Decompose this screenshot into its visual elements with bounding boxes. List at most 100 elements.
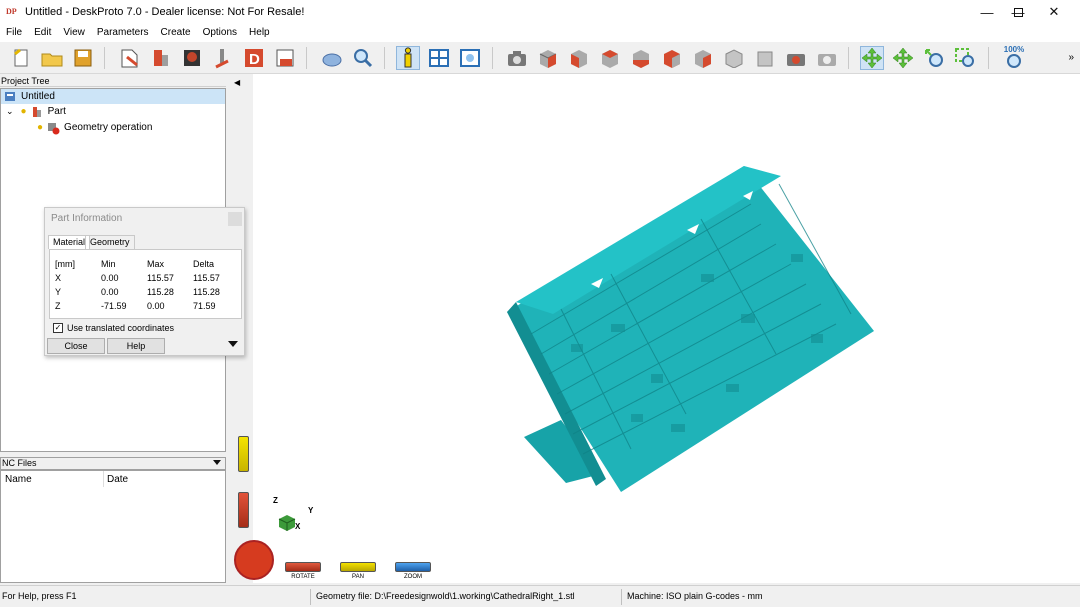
camera-reset-button[interactable] bbox=[784, 46, 808, 70]
pan-control[interactable] bbox=[340, 562, 376, 572]
toolbar-separator bbox=[848, 47, 849, 69]
deskproto-window: DP Untitled - DeskProto 7.0 - Dealer lic… bbox=[0, 0, 1080, 607]
status-geometry-file: Geometry file: D:\Freedesignwold\1.worki… bbox=[316, 591, 575, 601]
nc-files-list[interactable]: Name Date bbox=[0, 470, 226, 583]
dialog-close-button[interactable] bbox=[228, 212, 242, 226]
tab-material[interactable]: Material bbox=[48, 235, 91, 249]
view-parallel-button[interactable] bbox=[753, 46, 777, 70]
translated-coordinates-checkbox[interactable]: ✓ bbox=[53, 323, 63, 333]
rotate-control[interactable] bbox=[285, 562, 321, 572]
nc-files-header[interactable]: NC Files bbox=[0, 457, 226, 470]
row-x-min: 0.00 bbox=[101, 273, 119, 283]
menu-bar: File Edit View Parameters Create Options… bbox=[0, 24, 1080, 42]
window-title: Untitled - DeskProto 7.0 - Dealer licens… bbox=[25, 6, 305, 18]
save-file-button[interactable] bbox=[71, 46, 95, 70]
info-icon bbox=[404, 47, 412, 68]
view-top-button[interactable] bbox=[691, 46, 715, 70]
app-logo: DP bbox=[6, 7, 17, 16]
d-wizard-button[interactable]: D bbox=[242, 46, 266, 70]
open-file-button[interactable] bbox=[40, 46, 64, 70]
maximize-button[interactable] bbox=[1000, 0, 1036, 24]
table-header-max: Max bbox=[147, 259, 165, 269]
camera-store-button[interactable] bbox=[815, 46, 839, 70]
menu-edit[interactable]: Edit bbox=[28, 24, 57, 42]
tree-item-label: Part bbox=[47, 106, 66, 117]
rotate-speed-slider[interactable] bbox=[238, 492, 249, 528]
row-z-axis: Z bbox=[55, 301, 61, 311]
toolbar-overflow-icon[interactable]: » bbox=[1068, 52, 1074, 63]
magnifier-icon bbox=[354, 49, 373, 68]
view-left-button[interactable] bbox=[660, 46, 684, 70]
pan-speed-slider[interactable] bbox=[238, 436, 249, 472]
geometry-operation-icon bbox=[48, 122, 60, 134]
view-back-button[interactable] bbox=[629, 46, 653, 70]
tree-item-project[interactable]: Untitled bbox=[1, 89, 225, 104]
zoom-100-button[interactable]: 100% bbox=[1001, 45, 1027, 70]
toolpath-button[interactable] bbox=[211, 46, 235, 70]
axis-label-y: Y bbox=[308, 506, 314, 515]
save-nc-button[interactable] bbox=[273, 46, 297, 70]
project-tree-title: Project Tree bbox=[0, 75, 226, 87]
simulation-button[interactable] bbox=[320, 46, 344, 70]
pan-arrows-icon bbox=[892, 47, 914, 69]
zoom-control[interactable] bbox=[395, 562, 431, 572]
3d-viewport[interactable]: Z Y X bbox=[231, 74, 1080, 583]
simulation-view-button[interactable] bbox=[351, 46, 375, 70]
menu-create[interactable]: Create bbox=[155, 24, 197, 42]
rotate-dial[interactable] bbox=[234, 540, 274, 580]
cube-gray-icon bbox=[725, 49, 743, 68]
cathedral-model bbox=[507, 166, 874, 492]
collapse-panel-icon[interactable]: ◀ bbox=[234, 78, 240, 87]
toolbar-separator bbox=[988, 47, 989, 69]
zoom-tool-button[interactable] bbox=[922, 46, 946, 70]
tree-item-geometry-operation[interactable]: ● Geometry operation bbox=[1, 120, 152, 135]
column-name[interactable]: Name bbox=[5, 474, 32, 485]
row-x-axis: X bbox=[55, 273, 62, 283]
column-divider[interactable] bbox=[103, 471, 104, 487]
help-button[interactable]: Help bbox=[107, 338, 165, 354]
view-bottom-button[interactable] bbox=[722, 46, 746, 70]
close-icon: ✕ bbox=[1048, 4, 1060, 19]
camera-view-button[interactable] bbox=[505, 46, 529, 70]
d-wizard-icon: D bbox=[245, 49, 263, 68]
menu-options[interactable]: Options bbox=[197, 24, 243, 42]
part-info-button[interactable] bbox=[396, 46, 420, 70]
import-bitmap-button[interactable] bbox=[180, 46, 204, 70]
lightbulb-icon[interactable]: ● bbox=[37, 122, 43, 133]
row-z-min: -71.59 bbox=[101, 301, 127, 311]
menu-file[interactable]: File bbox=[0, 24, 28, 42]
import-part-button[interactable] bbox=[149, 46, 173, 70]
expand-dialog-icon[interactable] bbox=[228, 341, 238, 347]
menu-parameters[interactable]: Parameters bbox=[91, 24, 155, 42]
expand-chevron-icon[interactable]: ⌄ bbox=[6, 106, 14, 117]
view-right-button[interactable] bbox=[598, 46, 622, 70]
import-geometry-button[interactable] bbox=[118, 46, 142, 70]
tree-item-part[interactable]: ⌄ ● Part bbox=[1, 104, 66, 119]
layout-button[interactable] bbox=[427, 46, 451, 70]
cube-top-icon bbox=[695, 50, 711, 68]
view-iso-button[interactable] bbox=[536, 46, 560, 70]
zoom-box-button[interactable] bbox=[953, 46, 977, 70]
import-geometry-icon bbox=[121, 49, 138, 68]
part-dimensions-table: [mm] Min Max Delta X 0.00 115.57 115.57 … bbox=[49, 249, 242, 319]
zoom-window-icon bbox=[460, 49, 480, 67]
zoom-window-button[interactable] bbox=[458, 46, 482, 70]
status-divider bbox=[621, 589, 622, 605]
close-button[interactable]: Close bbox=[47, 338, 105, 354]
toolbar-separator bbox=[306, 47, 307, 69]
row-x-max: 115.57 bbox=[147, 273, 174, 283]
pan-tool-button[interactable] bbox=[891, 46, 915, 70]
close-window-button[interactable]: ✕ bbox=[1036, 0, 1072, 24]
column-date[interactable]: Date bbox=[107, 474, 128, 485]
tab-geometry[interactable]: Geometry bbox=[85, 235, 135, 249]
title-bar: DP Untitled - DeskProto 7.0 - Dealer lic… bbox=[0, 0, 1080, 24]
rotate-tool-button[interactable] bbox=[860, 46, 884, 70]
menu-help[interactable]: Help bbox=[243, 24, 276, 42]
lightbulb-icon[interactable]: ● bbox=[21, 106, 27, 117]
row-z-max: 0.00 bbox=[147, 301, 165, 311]
maximize-icon bbox=[1013, 7, 1023, 17]
row-y-max: 115.28 bbox=[147, 287, 174, 297]
new-file-button[interactable] bbox=[9, 46, 33, 70]
view-front-button[interactable] bbox=[567, 46, 591, 70]
menu-view[interactable]: View bbox=[57, 24, 91, 42]
